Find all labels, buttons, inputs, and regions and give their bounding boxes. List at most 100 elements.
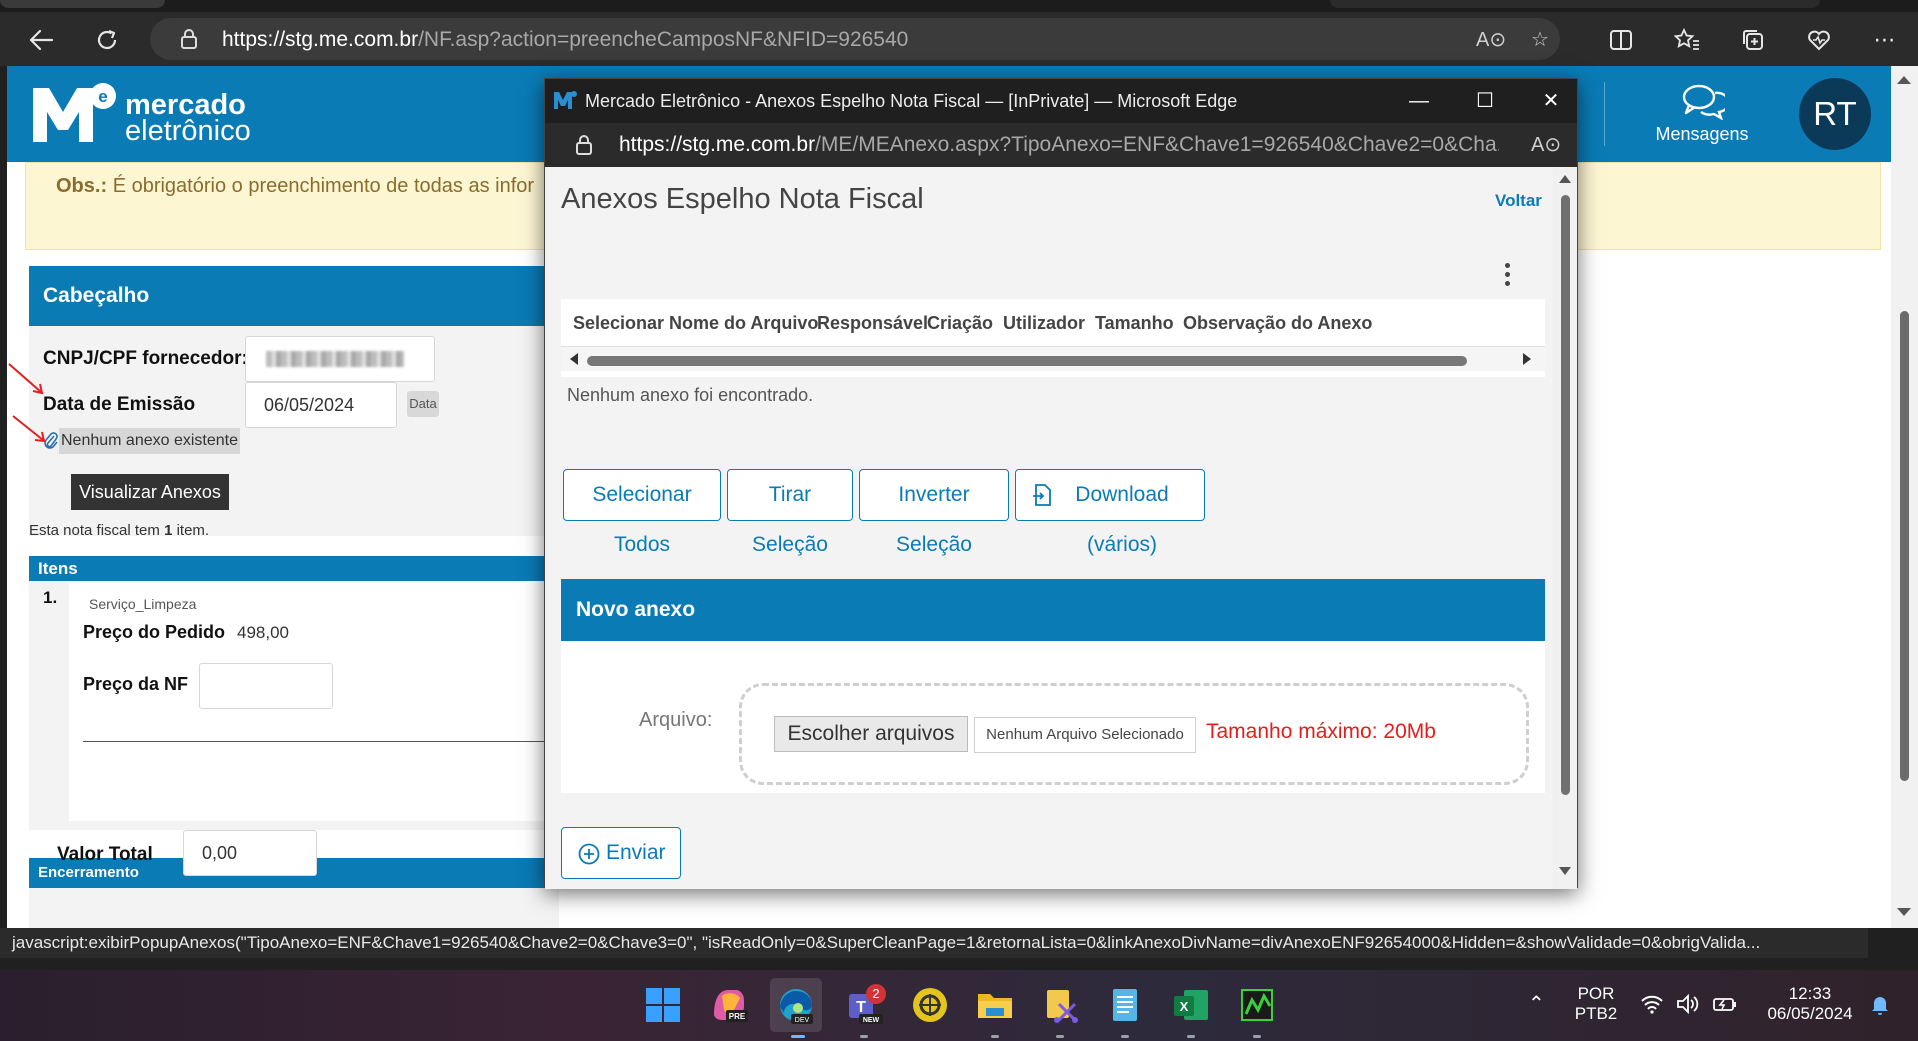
address-url[interactable]: https://stg.me.com.br/NF.asp?action=pree… — [222, 28, 908, 52]
tirar-selecao-button[interactable]: Tirar Seleção — [727, 469, 853, 556]
show-hidden-icons-chevron-icon[interactable]: ⌃ — [1528, 994, 1545, 1014]
kebab-menu-icon[interactable] — [1503, 263, 1511, 289]
popup-scrollbar[interactable] — [1553, 167, 1577, 889]
back-arrow-icon[interactable] — [24, 23, 58, 57]
col-nome-arquivo[interactable]: Nome do Arquivo — [669, 313, 818, 334]
scroll-down-arrow-icon[interactable] — [1559, 867, 1571, 875]
running-indicator — [860, 1035, 868, 1038]
clock[interactable]: 12:33 06/05/2024 — [1754, 984, 1866, 1024]
copilot-icon[interactable]: PRE — [704, 980, 754, 1030]
volume-icon[interactable] — [1676, 994, 1700, 1014]
mercado-eletronico-logo[interactable]: e — [31, 82, 117, 144]
split-screen-icon[interactable] — [1604, 23, 1638, 57]
popup-url[interactable]: https://stg.me.com.br/ME/MEAnexo.aspx?Ti… — [619, 133, 1499, 157]
favorite-star-icon[interactable]: ☆ — [1528, 28, 1552, 52]
scroll-up-arrow-icon[interactable] — [1897, 76, 1911, 84]
minimize-icon[interactable]: — — [1405, 87, 1433, 115]
edge-browser-icon[interactable]: DEV — [771, 980, 821, 1030]
scrollbar-thumb[interactable] — [1900, 311, 1909, 781]
voltar-link[interactable]: Voltar — [1495, 191, 1542, 211]
active-tab[interactable] — [0, 0, 165, 8]
avatar[interactable]: RT — [1799, 78, 1871, 150]
scroll-right-arrow-icon[interactable] — [1523, 353, 1531, 365]
popup-titlebar[interactable]: Mercado Eletrônico - Anexos Espelho Nota… — [545, 79, 1577, 123]
scrollbar-thumb[interactable] — [587, 356, 1467, 366]
read-aloud-icon[interactable]: A⊙ — [1531, 133, 1561, 157]
tab[interactable] — [1330, 0, 1820, 8]
max-size-note: Tamanho máximo: 20Mb — [1206, 720, 1436, 743]
popup-window-title: Mercado Eletrônico - Anexos Espelho Nota… — [585, 91, 1238, 111]
valor-total-field[interactable]: 0,00 — [183, 830, 317, 876]
popup-address-bar[interactable]: https://stg.me.com.br/ME/MEAnexo.aspx?Ti… — [545, 123, 1577, 167]
running-indicator — [991, 1035, 999, 1038]
status-bar-link-preview: javascript:exibirPopupAnexos("TipoAnexo=… — [0, 928, 1868, 958]
anexos-table: Selecionar Nome do Arquivo Responsável C… — [561, 299, 1545, 377]
data-tag[interactable]: Data — [407, 391, 439, 417]
messages-button[interactable]: Mensagens — [1647, 78, 1757, 150]
clock-time: 12:33 — [1788, 984, 1832, 1003]
enviar-button[interactable]: Enviar — [561, 827, 681, 879]
notepad-icon[interactable] — [1100, 980, 1150, 1030]
header-divider — [1604, 82, 1605, 146]
empty-message: Nenhum anexo foi encontrado. — [567, 385, 814, 405]
running-indicator — [1056, 1035, 1064, 1038]
close-icon[interactable]: ✕ — [1537, 87, 1565, 115]
browser-essentials-icon[interactable] — [1802, 23, 1836, 57]
nenhum-anexo-link[interactable]: Nenhum anexo existente — [59, 428, 240, 454]
cnpj-label: CNPJ/CPF fornecedor: — [43, 348, 248, 369]
data-emissao-field[interactable]: 06/05/2024 — [245, 382, 397, 428]
language-indicator[interactable]: POR PTB2 — [1570, 984, 1622, 1024]
scroll-down-arrow-icon[interactable] — [1897, 908, 1911, 916]
favorites-icon[interactable] — [1670, 23, 1704, 57]
cnpj-field[interactable] — [245, 336, 435, 382]
notification-bell-icon[interactable] — [1868, 992, 1892, 1016]
read-aloud-icon[interactable]: A⊙ — [1476, 28, 1506, 52]
scrollbar-thumb[interactable] — [1561, 195, 1570, 795]
svg-text:DEV: DEV — [795, 1017, 810, 1024]
page-scrollbar[interactable] — [1891, 66, 1918, 928]
preco-nf-input[interactable] — [199, 663, 333, 709]
download-label: Download (vários) — [1075, 483, 1169, 556]
collections-icon[interactable] — [1736, 23, 1770, 57]
col-responsavel[interactable]: Responsável — [817, 313, 928, 334]
lock-icon[interactable] — [573, 134, 595, 156]
excel-icon[interactable]: X — [1166, 980, 1216, 1030]
col-criacao[interactable]: Criação — [927, 313, 993, 334]
col-utilizador[interactable]: Utilizador — [1003, 313, 1085, 334]
svg-text:PRE: PRE — [729, 1012, 746, 1021]
file-dropzone[interactable]: Escolher arquivos Nenhum Arquivo Selecio… — [739, 683, 1529, 785]
maximize-icon[interactable]: ☐ — [1471, 87, 1499, 115]
red-arrow-annotation — [12, 415, 46, 443]
language-line1: POR — [1577, 984, 1615, 1003]
data-emissao-label: Data de Emissão — [43, 394, 196, 415]
lock-icon[interactable] — [178, 28, 200, 50]
red-arrow-annotation — [8, 363, 44, 395]
selecionar-todos-button[interactable]: Selecionar Todos — [563, 469, 721, 556]
scroll-left-arrow-icon[interactable] — [570, 353, 578, 365]
visualizar-anexos-button[interactable]: Visualizar Anexos — [71, 474, 229, 510]
download-varios-button[interactable]: Download (vários) — [1015, 469, 1205, 556]
chatgpt-icon[interactable] — [905, 980, 955, 1030]
warning-line2: Obs.: É obrigatório o preenchimento de t… — [56, 175, 535, 197]
running-indicator — [1187, 1035, 1195, 1038]
window-bottom-edge — [0, 958, 1918, 970]
chart-app-icon[interactable] — [1232, 980, 1282, 1030]
cabecalho-title: Cabeçalho — [29, 266, 559, 326]
more-options-icon[interactable]: ⋯ — [1868, 23, 1902, 57]
table-horizontal-scrollbar[interactable] — [561, 347, 1545, 371]
battery-charging-icon[interactable] — [1712, 994, 1738, 1014]
snipping-tool-icon[interactable] — [1035, 980, 1085, 1030]
escolher-arquivos-button[interactable]: Escolher arquivos — [774, 716, 968, 752]
svg-text:T: T — [856, 999, 866, 1016]
refresh-icon[interactable] — [90, 23, 124, 57]
col-selecionar[interactable]: Selecionar — [573, 313, 664, 334]
address-bar[interactable]: https://stg.me.com.br/NF.asp?action=pree… — [150, 18, 1560, 60]
col-tamanho[interactable]: Tamanho — [1095, 313, 1174, 334]
windows-start-icon[interactable] — [638, 980, 688, 1030]
inverter-selecao-button[interactable]: Inverter Seleção — [859, 469, 1009, 556]
file-explorer-icon[interactable] — [970, 980, 1020, 1030]
col-observacao[interactable]: Observação do Anexo — [1183, 313, 1372, 334]
wifi-icon[interactable] — [1640, 994, 1664, 1014]
arquivo-label: Arquivo: — [639, 709, 713, 731]
scroll-up-arrow-icon[interactable] — [1559, 175, 1571, 183]
